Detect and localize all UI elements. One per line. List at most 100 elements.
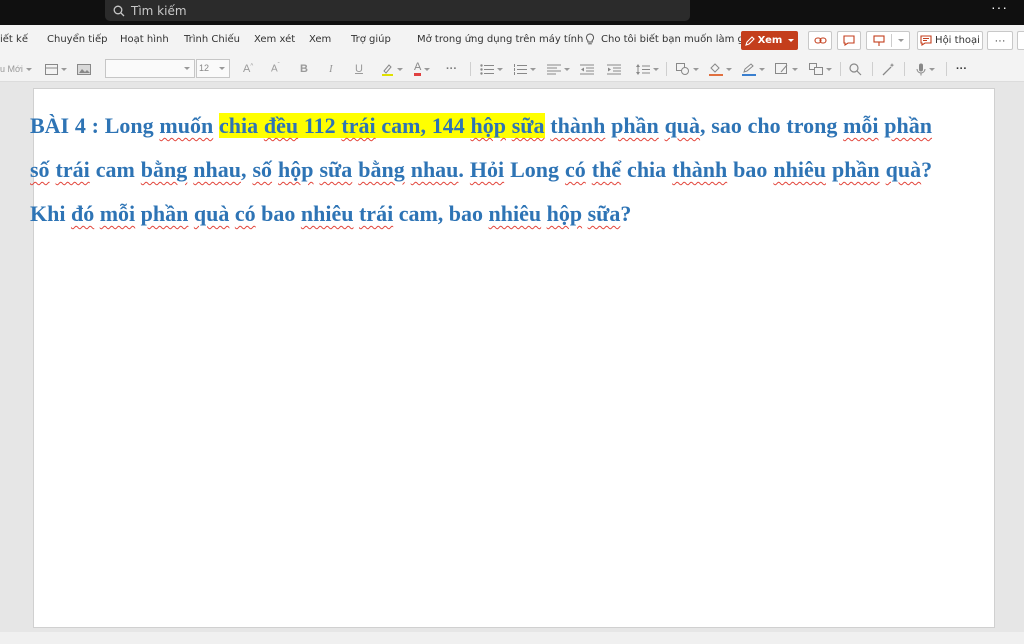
tab-review[interactable]: Xem xét (254, 34, 295, 45)
dictate-button[interactable] (916, 60, 935, 78)
paint-bucket-icon (709, 62, 723, 76)
shape-fill-button[interactable] (709, 60, 732, 78)
chevron-down-icon (759, 67, 765, 71)
ribbon-tabs: iết kế Chuyển tiếp Hoạt hình Trình Chiếu… (0, 25, 1024, 56)
spellcheck-word: trái (55, 157, 90, 182)
menu-more-button[interactable]: ··· (987, 31, 1013, 50)
shape-outline-button[interactable] (742, 60, 765, 78)
spellcheck-word: thành (550, 113, 606, 138)
toolbar-separator (946, 62, 947, 76)
tell-me-search[interactable]: Cho tôi biết bạn muốn làm gì (585, 33, 747, 46)
tab-design[interactable]: iết kế (0, 34, 28, 45)
slide-text-box[interactable]: BÀI 4 : Long muốn chia đều 112 trái cam,… (30, 104, 932, 236)
view-mode-button[interactable]: Xem (741, 31, 798, 50)
spellcheck-word: đó (70, 201, 95, 226)
toolbar-separator (470, 62, 471, 76)
grow-font-button[interactable]: A^ (243, 60, 253, 78)
tab-transitions[interactable]: Chuyển tiếp (47, 34, 107, 45)
italic-button[interactable]: I (329, 60, 333, 78)
spellcheck-word: số (252, 157, 273, 182)
title-bar: Tìm kiếm ··· (0, 0, 1024, 25)
tab-animations[interactable]: Hoạt hình (120, 34, 169, 45)
chevron-down-icon (826, 67, 832, 71)
chevron-down-icon (184, 67, 190, 70)
spellcheck-word: thể (591, 157, 622, 182)
designer-button[interactable] (882, 60, 895, 78)
toolbar-overflow-button[interactable]: ··· (956, 60, 967, 78)
image-icon (77, 63, 91, 75)
new-slide-button[interactable]: u Mới (0, 60, 32, 78)
tab-help[interactable]: Trợ giúp (351, 34, 391, 45)
spellcheck-word: sữa (319, 157, 353, 182)
spellcheck-word: có (234, 201, 256, 226)
font-family-select[interactable] (105, 59, 195, 78)
spellcheck-word: phần (140, 201, 189, 226)
bold-button[interactable]: B (300, 60, 308, 78)
spellcheck-word: nhau (193, 157, 241, 182)
spellcheck-word: muốn (159, 113, 214, 138)
search-box[interactable]: Tìm kiếm (105, 0, 690, 21)
reset-button[interactable] (77, 60, 91, 78)
spellcheck-word: bằng (140, 157, 188, 182)
arrange-button[interactable] (809, 60, 832, 78)
increase-indent-button[interactable] (607, 60, 621, 78)
highlighted-text-run: hộp (470, 113, 506, 138)
text-run: bao (255, 201, 301, 226)
text-run: Long (504, 157, 565, 182)
chevron-down-icon (530, 67, 536, 71)
text-run: , (240, 157, 253, 182)
align-button[interactable] (547, 60, 570, 78)
window-more-button[interactable]: ··· (991, 0, 1008, 21)
tab-slideshow[interactable]: Trình Chiếu (184, 34, 240, 45)
chevron-down-icon (693, 67, 699, 71)
decrease-indent-button[interactable] (580, 60, 594, 78)
pencil-icon (744, 35, 755, 46)
spellcheck-word: quà (885, 157, 922, 182)
text-run: , sao cho trong (700, 113, 844, 138)
chevron-down-icon (25, 67, 32, 71)
chat-label: Hội thoại (935, 35, 980, 46)
numbering-button[interactable] (513, 60, 536, 78)
text-run: bao (727, 157, 774, 182)
lightbulb-icon (585, 33, 595, 45)
font-color-button[interactable]: A (414, 60, 431, 78)
line-spacing-button[interactable] (636, 60, 659, 78)
comment-button[interactable] (837, 31, 861, 50)
tab-view[interactable]: Xem (309, 34, 331, 45)
shrink-font-button[interactable]: Aˇ (271, 60, 280, 78)
open-in-desktop-app[interactable]: Mở trong ứng dụng trên máy tính (417, 34, 583, 45)
spellcheck-word: mỗi (843, 113, 879, 138)
overflow-button[interactable] (1017, 31, 1024, 50)
spellcheck-word: trái (358, 201, 394, 226)
text-run: cam, bao (393, 201, 489, 226)
arrange-icon (809, 63, 823, 75)
shape-effects-button[interactable] (775, 60, 798, 78)
font-size-value: 12 (199, 63, 210, 73)
highlighted-text-run: sữa (511, 113, 545, 138)
bullets-button[interactable] (480, 60, 503, 78)
chevron-down-icon (564, 67, 570, 71)
status-bar (0, 632, 1024, 644)
spellcheck-word: phần (611, 113, 659, 138)
shapes-button[interactable] (676, 60, 699, 78)
layout-button[interactable] (45, 60, 67, 78)
chevron-down-icon (792, 67, 798, 71)
font-color-icon: A (414, 62, 422, 76)
underline-button[interactable]: U (355, 60, 363, 78)
chevron-down-icon (424, 67, 431, 71)
shapes-icon (676, 63, 689, 75)
highlight-button[interactable] (381, 60, 403, 78)
chat-button[interactable]: Hội thoại (917, 31, 983, 50)
search-icon (113, 5, 125, 16)
toolbar-more-text[interactable]: ··· (446, 60, 457, 78)
highlighted-text-run: đều (263, 113, 299, 138)
text-run: cam (89, 157, 141, 182)
toolbar-separator (840, 62, 841, 76)
text-run: ? (620, 201, 632, 226)
link-button[interactable] (808, 31, 832, 50)
spellcheck-word: bằng (358, 157, 405, 182)
spellcheck-word: nhiêu (300, 201, 354, 226)
find-button[interactable] (849, 60, 862, 78)
font-size-select[interactable]: 12 (196, 59, 230, 78)
present-button[interactable] (866, 31, 910, 50)
